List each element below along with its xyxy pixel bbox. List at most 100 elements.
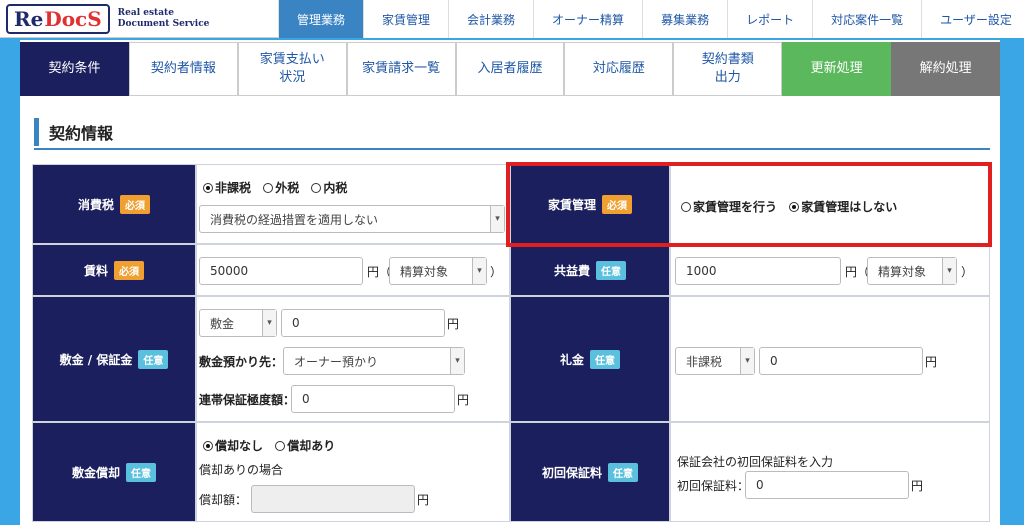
amortization-radio-yes[interactable]: 償却あり xyxy=(275,437,335,454)
tab-tenant-history[interactable]: 入居者履歴 xyxy=(455,42,565,96)
nav-recruitment[interactable]: 募集業務 xyxy=(642,0,728,38)
tab-contractor-info[interactable]: 契約者情報 xyxy=(128,42,238,96)
radio-dot-icon xyxy=(275,440,286,451)
amortization-note: 償却ありの場合 xyxy=(199,463,284,477)
amortization-radio-yes-label: 償却あり xyxy=(287,439,336,453)
tab-rent-payment-status[interactable]: 家賃支払い 状況 xyxy=(237,42,347,96)
initial-guarantee-label: 初回保証料 xyxy=(541,465,602,480)
nav-management[interactable]: 管理業務 xyxy=(278,0,364,38)
rent-input[interactable]: 50000 xyxy=(199,257,363,285)
common-fee-value-cell: 1000 円（ 精算対象 ▾ ） xyxy=(670,244,990,296)
deposit-label: 敷金 / 保証金 xyxy=(59,352,133,367)
tax-radio-inclusive-label: 内税 xyxy=(323,181,348,195)
tax-transition-select[interactable]: 消費税の経過措置を適用しない ▾ xyxy=(199,205,505,233)
optional-badge: 任意 xyxy=(608,462,638,482)
initial-guarantee-value-cell: 保証会社の初回保証料を入力 初回保証料： 0 円 xyxy=(670,422,990,522)
tax-radio-exempt-label: 非課税 xyxy=(215,181,252,195)
nav-cases[interactable]: 対応案件一覧 xyxy=(812,0,922,38)
optional-badge: 任意 xyxy=(126,462,156,482)
nav-owner-settlement[interactable]: オーナー精算 xyxy=(533,0,643,38)
tab-renewal[interactable]: 更新処理 xyxy=(782,42,892,96)
key-money-tax-select[interactable]: 非課税 ▾ xyxy=(675,347,755,375)
main-nav: 管理業務 家賃管理 会計業務 オーナー精算 募集業務 レポート 対応案件一覧 ユ… xyxy=(278,0,1024,38)
deposit-value-cell: 敷金 ▾ 0 円 敷金預かり先： オーナー預かり ▾ 連帯保証極度額： 0 円 xyxy=(196,296,510,422)
key-money-label: 礼金 xyxy=(559,352,584,367)
rent-unit: 円（ xyxy=(367,265,392,279)
chevron-down-icon: ▾ xyxy=(740,348,754,374)
amortization-label: 敷金償却 xyxy=(71,465,120,480)
required-badge: 必須 xyxy=(120,194,150,214)
rent-label: 賃料 xyxy=(83,263,108,278)
tax-transition-select-value: 消費税の経過措置を適用しない xyxy=(210,212,379,227)
sub-tabs: 契約条件 契約者情報 家賃支払い 状況 家賃請求一覧 入居者履歴 対応履歴 契約… xyxy=(20,42,1001,96)
top-bar: Re DocS Real estate Document Service 管理業務… xyxy=(0,0,1024,38)
tax-label: 消費税 xyxy=(77,197,114,212)
deposit-holder-select[interactable]: オーナー預かり ▾ xyxy=(283,347,465,375)
tax-radio-group: 非課税 外税 内税 xyxy=(203,179,355,196)
optional-badge: 任意 xyxy=(138,349,169,369)
nav-user-settings[interactable]: ユーザー設定 xyxy=(921,0,1024,38)
section-divider xyxy=(34,148,990,150)
initial-guarantee-amount-label: 初回保証料： xyxy=(677,479,750,493)
content-panel: 契約条件 契約者情報 家賃支払い 状況 家賃請求一覧 入居者履歴 対応履歴 契約… xyxy=(20,40,1001,525)
tab-rent-invoices[interactable]: 家賃請求一覧 xyxy=(346,42,456,96)
tax-radio-exempt[interactable]: 非課税 xyxy=(203,179,251,196)
app-logo[interactable]: Re DocS Real estate Document Service xyxy=(6,4,209,34)
guarantee-limit-input[interactable]: 0 xyxy=(291,385,455,413)
guarantee-limit-unit: 円 xyxy=(457,393,470,407)
amortization-amount-label: 償却額： xyxy=(199,493,248,507)
key-money-input[interactable]: 0 xyxy=(759,347,923,375)
amortization-unit: 円 xyxy=(417,493,430,507)
radio-dot-icon xyxy=(311,182,322,193)
deposit-label-cell: 敷金 / 保証金 任意 xyxy=(32,296,196,422)
common-fee-input[interactable]: 1000 xyxy=(675,257,841,285)
amortization-radio-none[interactable]: 償却なし xyxy=(203,437,263,454)
rent-settlement-select-value: 精算対象 xyxy=(400,264,449,279)
radio-dot-icon xyxy=(263,182,274,193)
chevron-down-icon: ▾ xyxy=(490,206,504,232)
tax-label-cell: 消費税 必須 xyxy=(32,164,196,244)
tab-correspondence-history[interactable]: 対応履歴 xyxy=(564,42,674,96)
deposit-amount-input[interactable]: 0 xyxy=(281,309,445,337)
amortization-label-cell: 敷金償却 任意 xyxy=(32,422,196,522)
tax-radio-exclusive-label: 外税 xyxy=(275,181,300,195)
optional-badge: 任意 xyxy=(596,260,626,280)
chevron-down-icon: ▾ xyxy=(450,348,464,374)
rent-settlement-select[interactable]: 精算対象 ▾ xyxy=(389,257,487,285)
amortization-radio-none-label: 償却なし xyxy=(215,439,264,453)
nav-report[interactable]: レポート xyxy=(727,0,813,38)
tab-contract-terms[interactable]: 契約条件 xyxy=(20,42,129,96)
tax-value-cell: 非課税 外税 内税 消費税の経過措置を適用しない ▾ xyxy=(196,164,510,244)
initial-guarantee-label-cell: 初回保証料 任意 xyxy=(510,422,670,522)
chevron-down-icon: ▾ xyxy=(942,258,956,284)
key-money-tax-select-value: 非課税 xyxy=(686,354,723,369)
rent-close-paren: ） xyxy=(490,265,503,279)
deposit-type-select[interactable]: 敷金 ▾ xyxy=(199,309,277,337)
logo-docs-text: DocS xyxy=(44,7,102,31)
tax-radio-exclusive[interactable]: 外税 xyxy=(263,179,299,196)
chevron-down-icon: ▾ xyxy=(472,258,486,284)
key-money-unit: 円 xyxy=(925,355,938,369)
initial-guarantee-input[interactable]: 0 xyxy=(745,471,909,499)
tab-contract-documents[interactable]: 契約書類 出力 xyxy=(673,42,783,96)
amortization-amount-input[interactable] xyxy=(251,485,415,513)
logo-subtitle-line2: Document Service xyxy=(117,19,210,29)
amortization-value-cell: 償却なし 償却あり 償却ありの場合 償却額： 円 xyxy=(196,422,510,522)
tab-cancellation[interactable]: 解約処理 xyxy=(891,42,1001,96)
common-fee-settlement-select-value: 精算対象 xyxy=(878,264,927,279)
initial-guarantee-unit: 円 xyxy=(911,479,924,493)
logo-badge: Re DocS xyxy=(6,4,110,34)
required-badge: 必須 xyxy=(114,260,144,280)
amortization-radio-group: 償却なし 償却あり xyxy=(203,437,343,454)
common-fee-label: 共益費 xyxy=(553,263,590,278)
deposit-holder-label: 敷金預かり先： xyxy=(199,355,284,369)
nav-accounting[interactable]: 会計業務 xyxy=(448,0,534,38)
deposit-holder-select-value: オーナー預かり xyxy=(294,354,379,369)
nav-rent-management[interactable]: 家賃管理 xyxy=(363,0,449,38)
common-fee-label-cell: 共益費 任意 xyxy=(510,244,670,296)
tax-radio-inclusive[interactable]: 内税 xyxy=(311,179,347,196)
key-money-value-cell: 非課税 ▾ 0 円 xyxy=(670,296,990,422)
common-fee-settlement-select[interactable]: 精算対象 ▾ xyxy=(867,257,957,285)
common-fee-close-paren: ） xyxy=(961,265,974,279)
radio-dot-icon xyxy=(203,182,213,193)
